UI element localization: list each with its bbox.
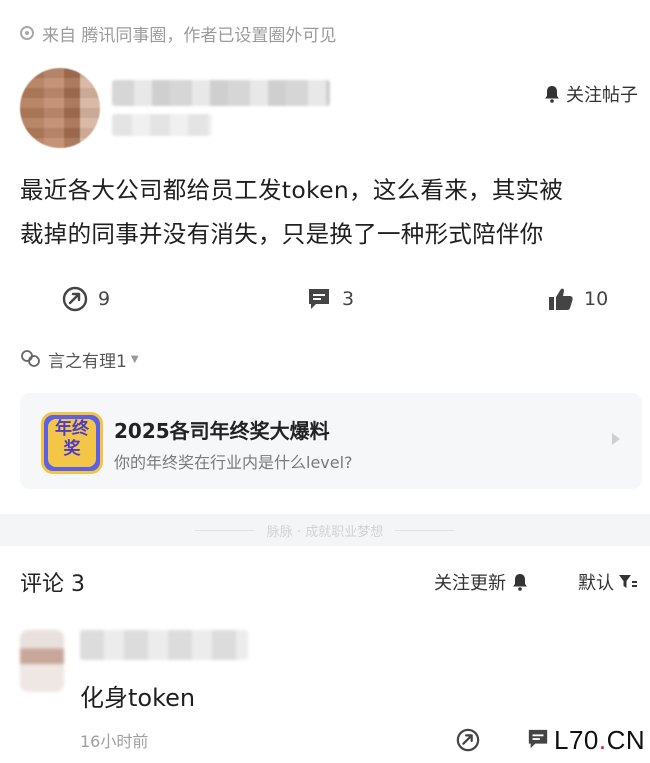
promo-card[interactable]: 年终奖 2025各司年终奖大爆料 你的年终奖在行业内是什么level?: [20, 393, 642, 489]
divider-text: 脉脉 · 成就职业梦想: [0, 514, 650, 546]
sort-button[interactable]: 默认: [578, 568, 638, 596]
reaction-tag-label: 言之有理1: [48, 351, 127, 372]
post-line-2: 裁掉的同事并没有消失，只是换了一种形式陪伴你: [20, 220, 544, 248]
comment-share-icon[interactable]: [456, 728, 480, 752]
like-count: 10: [584, 288, 609, 310]
follow-updates-label: 关注更新: [434, 573, 506, 594]
comment-button[interactable]: 3: [306, 284, 354, 314]
dropdown-caret-icon: ▼: [130, 353, 139, 365]
post-line-1: 最近各大公司都给员工发token，这么看来，其实被: [20, 176, 564, 204]
follow-post-label: 关注帖子: [566, 85, 638, 106]
comment-reply-icon[interactable]: [526, 728, 550, 750]
commenter-avatar[interactable]: [20, 630, 64, 692]
comment-time: 16小时前: [80, 732, 149, 751]
bell-icon: [513, 574, 527, 591]
year-end-bonus-icon: 年终奖: [41, 412, 103, 474]
reaction-icon: [21, 350, 40, 367]
watermark-suffix: CN: [606, 725, 646, 755]
author-name-blurred[interactable]: [112, 80, 330, 106]
follow-post-button[interactable]: 关注帖子: [544, 80, 638, 108]
share-button[interactable]: 9: [62, 284, 110, 314]
filter-icon: [619, 575, 637, 588]
promo-card-subtitle: 你的年终奖在行业内是什么level?: [114, 453, 353, 472]
follow-updates-button[interactable]: 关注更新: [434, 568, 528, 596]
sort-label: 默认: [578, 573, 614, 594]
comment-count: 3: [342, 288, 355, 310]
like-button[interactable]: 10: [548, 284, 608, 314]
promo-card-title: 2025各司年终奖大爆料: [114, 419, 330, 443]
reaction-tag[interactable]: 言之有理1 ▼: [20, 346, 139, 372]
share-count: 9: [98, 288, 111, 310]
post-source: 来自 腾讯同事圈，作者已设置圈外可见: [20, 20, 336, 46]
comments-title: 评论 3: [20, 572, 85, 597]
author-avatar[interactable]: [20, 68, 100, 148]
post-source-text: 来自 腾讯同事圈，作者已设置圈外可见: [42, 25, 337, 46]
watermark-prefix: L70: [554, 725, 599, 755]
source-circle-icon: [20, 26, 34, 40]
post-content: 最近各大公司都给员工发token，这么看来，其实被 裁掉的同事并没有消失，只是换…: [20, 168, 635, 256]
author-title-blurred: [112, 114, 212, 136]
comment-icon: [309, 289, 329, 309]
share-icon: [62, 286, 88, 312]
bell-icon: [545, 86, 559, 103]
site-watermark: L70.CN: [554, 725, 645, 756]
chevron-right-icon: [612, 433, 620, 445]
watermark-dot: .: [598, 725, 607, 755]
card-icon-text: 年终奖: [48, 419, 96, 467]
commenter-name-blurred[interactable]: [80, 630, 248, 660]
comment-text: 化身token: [80, 684, 196, 712]
thumbs-up-icon: [549, 288, 573, 310]
